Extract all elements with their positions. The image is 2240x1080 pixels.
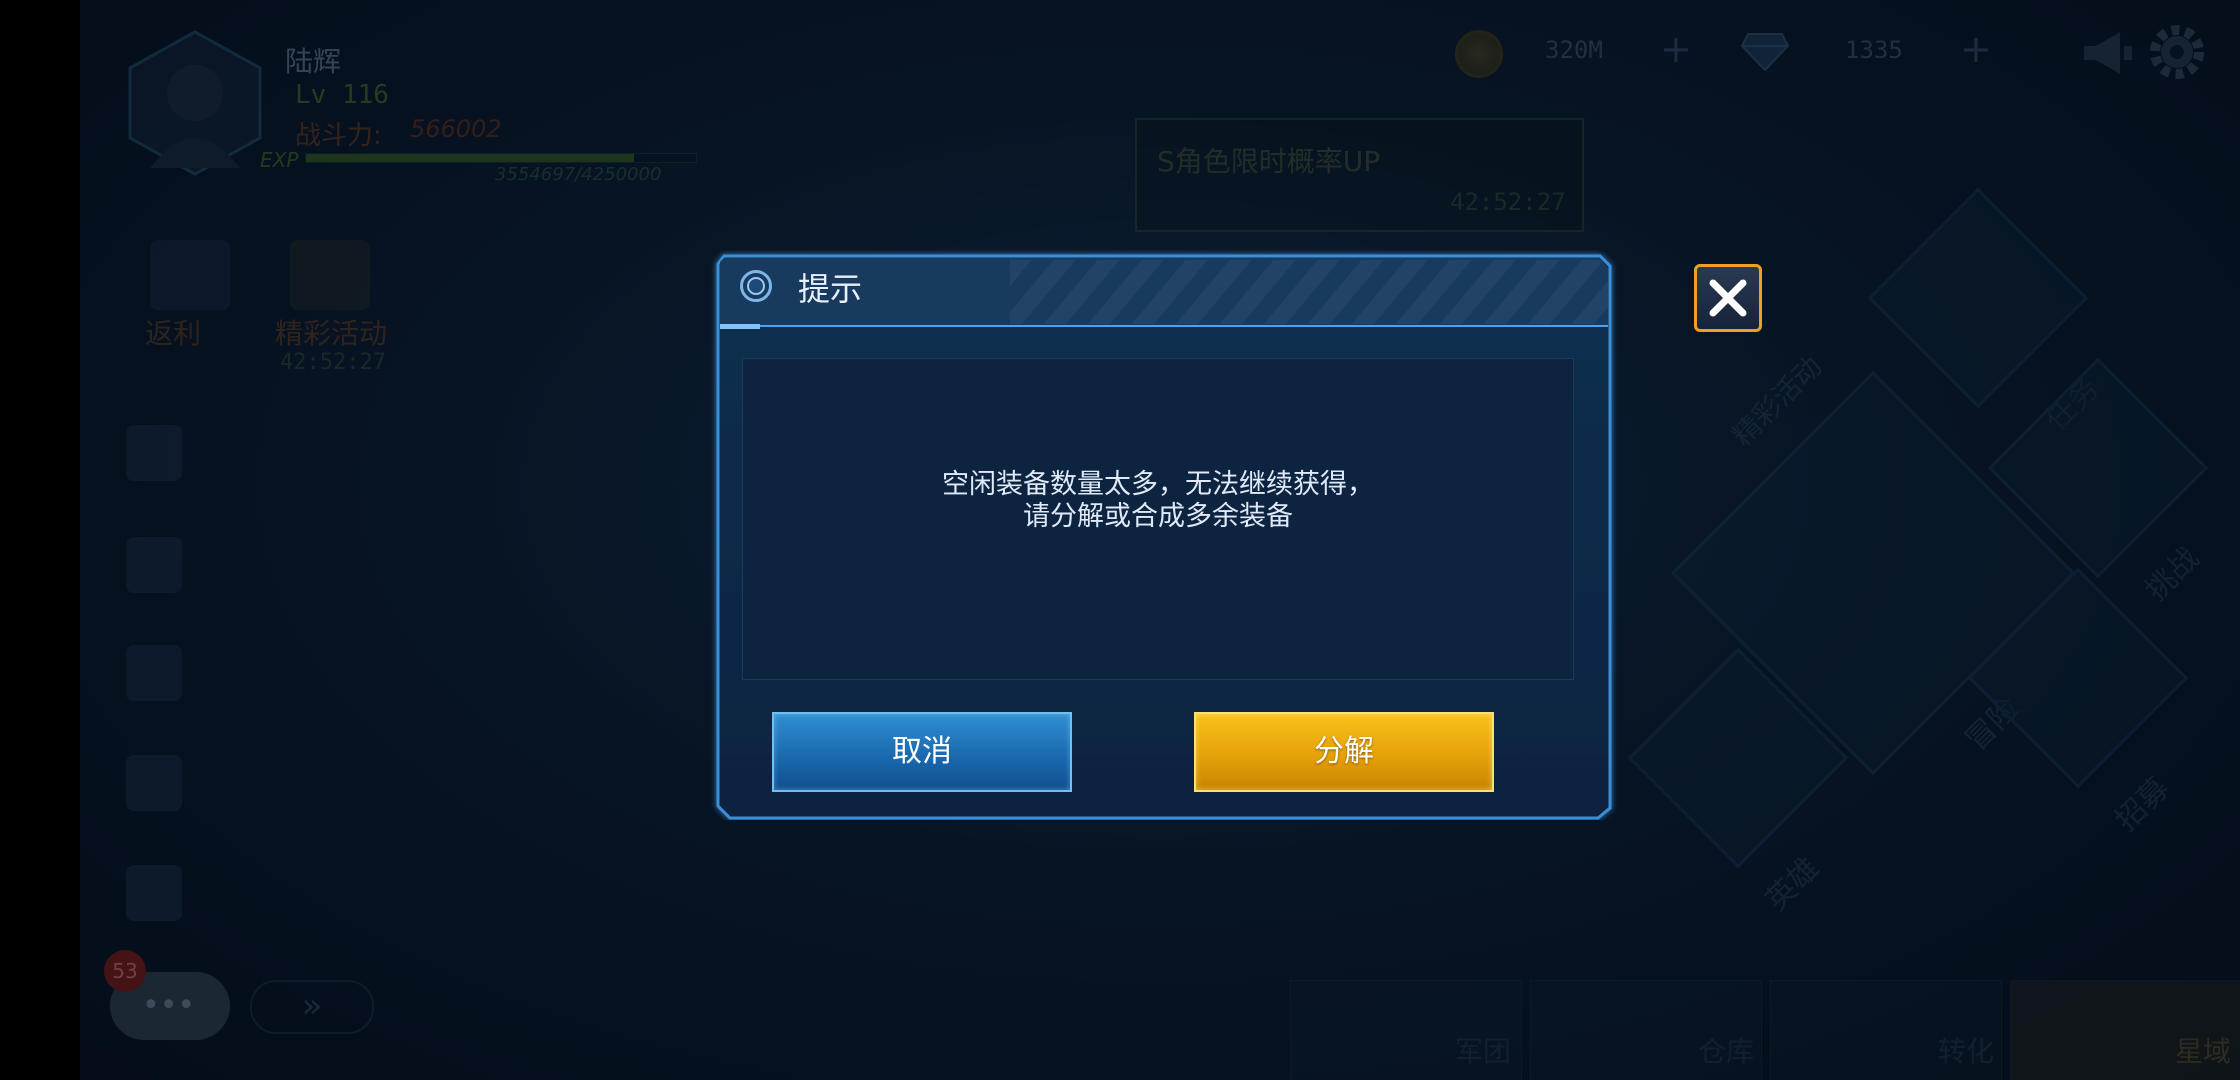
dialog-message: 空闲装备数量太多，无法继续获得， 请分解或合成多余装备 [743, 469, 1573, 533]
dialog-body: 空闲装备数量太多，无法继续获得， 请分解或合成多余装备 [742, 358, 1574, 680]
dialog-message-line1: 空闲装备数量太多，无法继续获得， [942, 469, 1374, 500]
decompose-button[interactable]: 分解 [1194, 712, 1494, 792]
game-screen: 陆辉 Lv 116 战斗力: 566002 EXP 3554697/425000… [80, 0, 2240, 1080]
dialog-title: 提示 [798, 270, 863, 308]
cancel-button[interactable]: 取消 [772, 712, 1072, 792]
dialog-message-line2: 请分解或合成多余装备 [1023, 501, 1293, 532]
prompt-dialog: 提示 空闲装备数量太多，无法继续获得， 请分解或合成多余装备 取消 分解 [710, 250, 1620, 820]
close-button[interactable] [1694, 264, 1762, 332]
dialog-title-icon-core [747, 277, 765, 295]
close-icon [1709, 279, 1747, 317]
